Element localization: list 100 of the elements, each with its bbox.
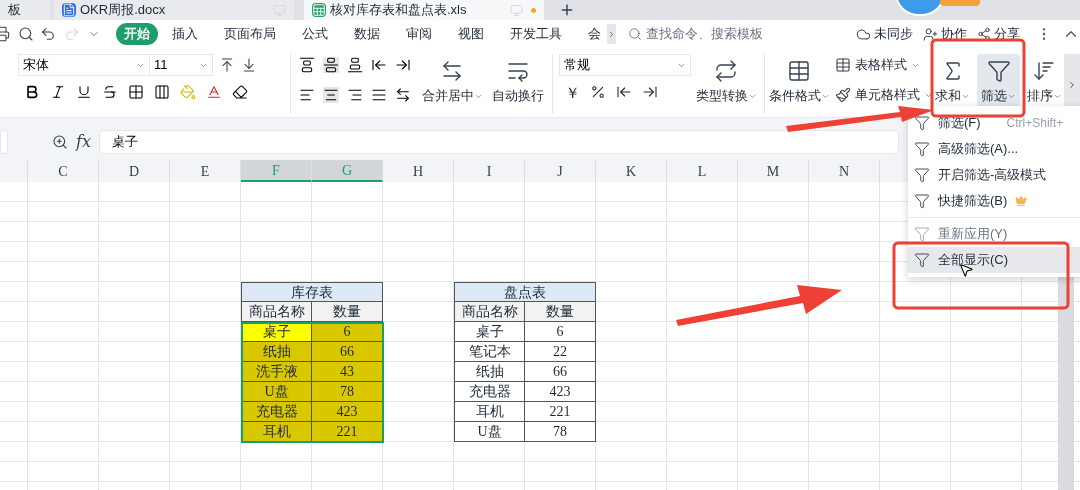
align-bottom-icon xyxy=(346,57,363,73)
align-middle-icon xyxy=(322,57,339,73)
table-cell: 耳机 xyxy=(241,422,312,442)
sort-button[interactable]: 排序 xyxy=(1024,54,1065,110)
menu-item[interactable]: 筛选(F) Ctrl+Shift+ xyxy=(908,110,1080,136)
table-cell: 66 xyxy=(525,362,596,382)
table-header-cell: 数量 xyxy=(525,302,596,322)
table-header-cell: 商品名称 xyxy=(454,302,525,322)
table-style-button[interactable]: 表格样式 xyxy=(835,54,934,76)
font-name-select[interactable]: 宋体 xyxy=(18,54,150,76)
redo-icon xyxy=(64,26,80,42)
menu-tab[interactable]: 公式 xyxy=(294,23,336,45)
menu-tab[interactable]: 数据 xyxy=(346,23,388,45)
table-cell: 耳机 xyxy=(454,402,525,422)
crown-icon xyxy=(1015,195,1028,207)
spreadsheet-icon xyxy=(312,3,326,17)
filter-icon xyxy=(914,141,930,157)
increase-font-icon xyxy=(219,57,235,73)
table-cell: 充电器 xyxy=(241,402,312,422)
conditional-format-button[interactable]: 条件格式 xyxy=(769,54,830,110)
column-header[interactable]: J xyxy=(525,160,596,182)
table-header-cell: 商品名称 xyxy=(241,302,312,322)
distribute-icon xyxy=(394,87,411,103)
filter-icon xyxy=(914,167,930,183)
document-tab[interactable]: 核对库存表和盘点表.xls xyxy=(304,0,544,20)
underline-icon xyxy=(76,84,92,100)
number-format-select[interactable]: 常规 xyxy=(558,54,691,76)
align-center-icon xyxy=(322,87,339,103)
type-convert-button[interactable]: 类型转换 xyxy=(694,54,759,110)
font-size-select[interactable]: 11 xyxy=(149,54,213,76)
table-cell: 桌子 xyxy=(454,322,525,342)
currency-button[interactable]: ￥ xyxy=(564,84,580,100)
share-icon xyxy=(977,27,991,41)
table-cell: 221 xyxy=(525,402,596,422)
menu-tab[interactable]: 页面布局 xyxy=(216,23,284,45)
toolbar-action[interactable]: 未同步 xyxy=(856,24,913,44)
table-title-cell: 盘点表 xyxy=(454,282,596,302)
table-cell: 221 xyxy=(312,422,383,442)
table-cell: 22 xyxy=(525,342,596,362)
table-icon xyxy=(787,58,812,83)
increase-indent-icon xyxy=(394,57,411,73)
column-header[interactable]: K xyxy=(596,160,667,182)
print-preview-icon xyxy=(18,26,34,42)
document-tab[interactable]: 板 xyxy=(0,0,50,20)
table-cell: U盘 xyxy=(241,382,312,402)
decrease-indent-icon xyxy=(370,57,387,73)
filter-icon xyxy=(914,115,930,131)
justify-icon xyxy=(370,87,387,103)
zoom-icon xyxy=(52,134,68,150)
cell-format-icon xyxy=(154,84,170,100)
menu-item[interactable]: 高级筛选(A)... xyxy=(908,136,1080,162)
plus-icon xyxy=(559,2,575,18)
column-header[interactable]: M xyxy=(738,160,809,182)
menu-item[interactable]: 全部显示(C) xyxy=(908,247,1080,273)
align-left-icon xyxy=(298,87,315,103)
document-tab[interactable]: OKR周报.docx xyxy=(54,0,294,20)
eraser-icon xyxy=(232,84,248,100)
table-cell: 充电器 xyxy=(454,382,525,402)
bold-icon xyxy=(24,84,40,100)
menu-tab[interactable]: 审阅 xyxy=(398,23,440,45)
table-cell: 66 xyxy=(312,342,383,362)
column-header[interactable]: L xyxy=(667,160,738,182)
menu-item[interactable]: 快捷筛选(B) xyxy=(908,188,1080,214)
borders-icon xyxy=(128,84,144,100)
formula-field[interactable]: 桌子 xyxy=(98,130,899,154)
table-cell: 纸抽 xyxy=(241,342,312,362)
menu-tab[interactable]: 开发工具 xyxy=(502,23,570,45)
user-plus-icon xyxy=(923,26,938,42)
sum-button[interactable]: 求和 xyxy=(935,54,971,110)
column-header[interactable]: C xyxy=(28,160,99,182)
toolbar-action[interactable]: 协作 xyxy=(923,24,967,44)
table-title-cell: 库存表 xyxy=(241,282,383,302)
function-button[interactable]: fx xyxy=(76,130,91,154)
table-cell: 78 xyxy=(312,382,383,402)
table-cell: 纸抽 xyxy=(454,362,525,382)
table-cell: 6 xyxy=(525,322,596,342)
paintbrush-icon xyxy=(835,87,852,103)
menu-tab[interactable]: 视图 xyxy=(450,23,492,45)
toolbar-action[interactable]: 分享 xyxy=(977,24,1020,44)
filter-icon xyxy=(914,252,930,268)
column-header[interactable]: N xyxy=(809,160,880,182)
table-cell: 423 xyxy=(525,382,596,402)
scroll-right-button[interactable] xyxy=(607,24,616,44)
command-search-field[interactable]: 查找命令、搜索模板 xyxy=(628,24,816,44)
cell-style-button[interactable]: 单元格样式 xyxy=(835,84,934,106)
font-color-icon xyxy=(206,84,222,100)
table-cell: U盘 xyxy=(454,422,525,442)
column-header[interactable]: I xyxy=(454,160,525,182)
align-right-icon xyxy=(346,87,363,103)
menu-tab[interactable]: 插入 xyxy=(164,23,206,45)
merge-center-button[interactable]: 合并居中 xyxy=(420,54,485,110)
column-header[interactable]: H xyxy=(383,160,454,182)
filter-icon xyxy=(914,193,930,209)
strikethrough-icon xyxy=(102,84,118,100)
table-icon xyxy=(835,57,852,73)
column-header[interactable]: D xyxy=(99,160,170,182)
fill-color-icon xyxy=(180,84,196,100)
wrap-text-button[interactable]: 自动换行 xyxy=(490,54,546,110)
menu-tab[interactable]: 会 xyxy=(580,23,609,45)
filter-icon xyxy=(986,58,1011,83)
